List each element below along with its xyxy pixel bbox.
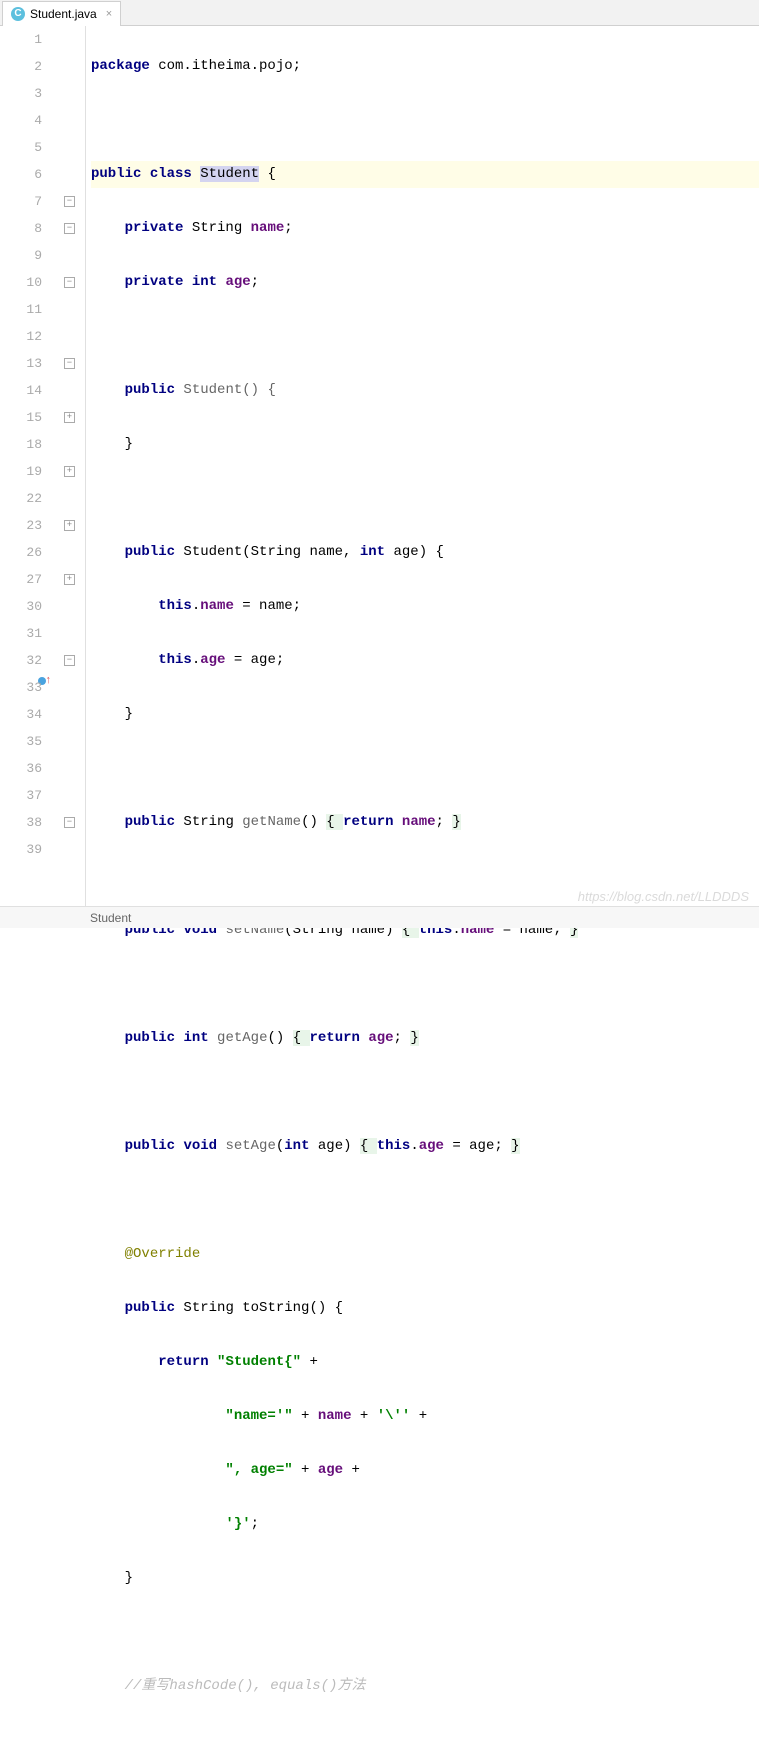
code-editor[interactable]: package com.itheima.pojo; public class S… <box>86 26 759 906</box>
breadcrumb-bar[interactable]: Student <box>0 906 759 928</box>
breadcrumb-class[interactable]: Student <box>90 911 131 925</box>
fold-toggle-icon[interactable]: − <box>64 277 75 288</box>
watermark-text: https://blog.csdn.net/LLDDDS <box>578 889 749 904</box>
fold-toggle-icon[interactable]: − <box>64 817 75 828</box>
fold-toggle-icon[interactable]: − <box>64 358 75 369</box>
fold-toggle-icon[interactable]: − <box>64 655 75 666</box>
java-class-icon: C <box>11 7 25 21</box>
tab-bar: C Student.java × <box>0 0 759 26</box>
fold-toggle-icon[interactable]: + <box>64 466 75 477</box>
fold-toggle-icon[interactable]: − <box>64 196 75 207</box>
fold-toggle-icon[interactable]: + <box>64 520 75 531</box>
editor-tab[interactable]: C Student.java × <box>2 1 121 26</box>
fold-toggle-icon[interactable]: + <box>64 412 75 423</box>
fold-toggle-icon[interactable]: − <box>64 223 75 234</box>
tab-filename: Student.java <box>30 7 97 21</box>
fold-toggle-icon[interactable]: + <box>64 574 75 585</box>
line-number-gutter: 1 2 3 4 5 6 7 8 9 10 11 12 13 14 15 18 1… <box>0 26 60 906</box>
highlighted-line: public class Student { <box>91 161 759 188</box>
editor-area: 1 2 3 4 5 6 7 8 9 10 11 12 13 14 15 18 1… <box>0 26 759 906</box>
fold-column: − − − − + + + + − − <box>60 26 86 906</box>
close-icon[interactable]: × <box>106 8 112 20</box>
